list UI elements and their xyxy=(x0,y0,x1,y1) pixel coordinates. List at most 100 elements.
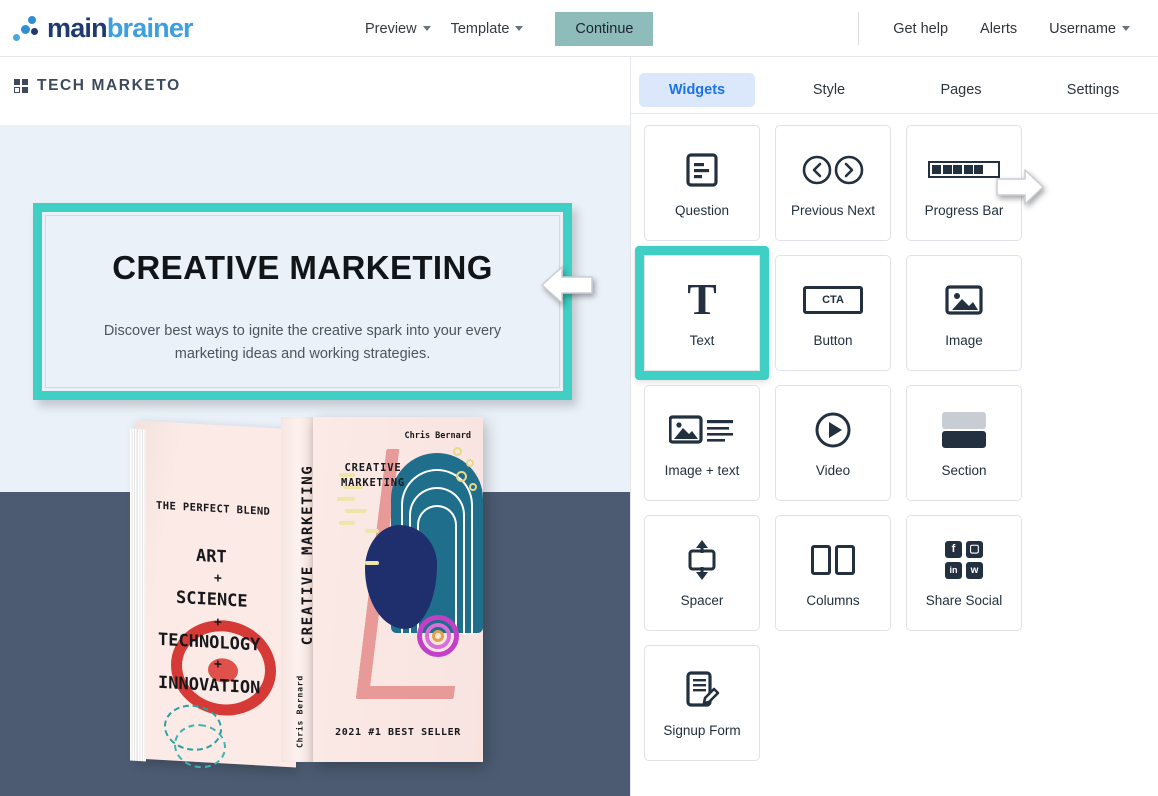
image-icon xyxy=(945,279,983,321)
site-header: TECH MARKETO xyxy=(0,57,630,125)
chevron-down-icon xyxy=(515,26,523,31)
book-back-cover: THE PERFECT BLEND ART + SCIENCE + TECHNO… xyxy=(136,421,296,768)
widget-spacer[interactable]: Spacer xyxy=(644,515,760,631)
yellow-dash xyxy=(345,509,367,513)
widget-label: Signup Form xyxy=(663,723,740,738)
book-pages-edge xyxy=(130,429,146,762)
tab-style[interactable]: Style xyxy=(771,73,887,107)
menu-preview[interactable]: Preview xyxy=(355,14,441,44)
book-bestseller-badge: 2021 #1 BEST SELLER xyxy=(313,727,483,738)
book-spine-author: Chris Bernard xyxy=(296,657,305,767)
widget-question[interactable]: Question xyxy=(644,125,760,241)
continue-button[interactable]: Continue xyxy=(555,12,653,46)
signup-form-icon xyxy=(684,669,720,711)
get-help-link[interactable]: Get help xyxy=(877,14,964,44)
top-navigation-bar: mainbrainer Preview Template Continue Ge… xyxy=(0,0,1158,57)
site-title: TECH MARKETO xyxy=(37,77,181,95)
book-front-author: Chris Bernard xyxy=(404,431,471,441)
widget-section[interactable]: Section xyxy=(906,385,1022,501)
menu-template[interactable]: Template xyxy=(441,14,534,44)
question-document-icon xyxy=(684,149,720,191)
hero-paragraph: Discover best ways to ignite the creativ… xyxy=(94,320,511,366)
widget-label: Share Social xyxy=(926,593,1003,608)
widget-previous-next[interactable]: Previous Next xyxy=(775,125,891,241)
video-play-icon xyxy=(814,409,852,451)
book-line-plus1: + xyxy=(214,571,222,586)
widget-text-inner: T Text xyxy=(644,255,760,371)
widget-label: Columns xyxy=(806,593,859,608)
chevron-down-icon xyxy=(423,26,431,31)
username-label: Username xyxy=(1049,21,1116,37)
widget-label: Image + text xyxy=(665,463,740,478)
canvas-body: CREATIVE MARKETING Discover best ways to… xyxy=(0,125,630,796)
widget-video[interactable]: Video xyxy=(775,385,891,501)
widget-label: Button xyxy=(813,333,852,348)
mainbrainer-logo[interactable]: mainbrainer xyxy=(12,12,193,44)
widget-label: Spacer xyxy=(681,593,724,608)
yellow-dot xyxy=(466,459,474,467)
arrow-right-pointer-icon xyxy=(995,167,1045,207)
selected-text-block[interactable]: CREATIVE MARKETING Discover best ways to… xyxy=(33,203,572,400)
widget-image-text[interactable]: Image + text xyxy=(644,385,760,501)
spacer-icon xyxy=(683,539,721,581)
logo-dots-icon xyxy=(12,12,44,44)
widget-label: Previous Next xyxy=(791,203,875,218)
book-line-science: SCIENCE xyxy=(176,588,248,612)
yellow-dot xyxy=(453,447,462,456)
tab-settings[interactable]: Settings xyxy=(1035,73,1151,107)
instagram-icon: ▢ xyxy=(966,541,983,558)
book-front-cover: Chris Bernard CREATIVE MARKETING 2021 #1… xyxy=(313,417,483,762)
widget-text[interactable]: T Text xyxy=(635,246,769,380)
prev-next-arrows-icon xyxy=(802,149,864,191)
book-spine: CREATIVE MARKETING Chris Bernard xyxy=(281,417,313,762)
divider xyxy=(858,12,859,45)
yellow-dash xyxy=(365,529,379,533)
image-text-icon xyxy=(669,409,735,451)
widget-columns[interactable]: Columns xyxy=(775,515,891,631)
book-tagline: THE PERFECT BLEND xyxy=(156,500,270,518)
widget-label: Section xyxy=(941,463,986,478)
menu-preview-label: Preview xyxy=(365,21,417,37)
site-brand: TECH MARKETO xyxy=(14,77,181,95)
cta-button-icon: CTA xyxy=(803,279,863,321)
menu-template-label: Template xyxy=(451,21,510,37)
book-line-plus2: + xyxy=(214,615,222,630)
widget-label: Progress Bar xyxy=(925,203,1004,218)
section-icon xyxy=(942,409,986,451)
widget-label: Question xyxy=(675,203,729,218)
widget-label: Text xyxy=(690,333,715,348)
book-line-plus3: + xyxy=(214,657,222,672)
tab-pages[interactable]: Pages xyxy=(903,73,1019,107)
spiral-graphic xyxy=(432,630,444,642)
chevron-down-icon xyxy=(1122,26,1130,31)
logo-text-main: main xyxy=(47,13,107,43)
text-t-icon: T xyxy=(687,279,716,321)
main-menu: Preview Template Continue xyxy=(355,0,653,57)
yellow-dash xyxy=(339,521,355,525)
widgets-panel: Widgets Style Pages Settings Question Pr… xyxy=(630,57,1158,796)
alerts-link[interactable]: Alerts xyxy=(964,14,1033,44)
progress-bar-icon xyxy=(928,149,1000,191)
columns-icon xyxy=(811,539,855,581)
username-menu[interactable]: Username xyxy=(1033,14,1146,44)
widget-signup-form[interactable]: Signup Form xyxy=(644,645,760,761)
book-front-title: CREATIVE MARKETING xyxy=(325,461,421,491)
text-block-inner: CREATIVE MARKETING Discover best ways to… xyxy=(45,215,560,388)
user-menu: Get help Alerts Username xyxy=(858,0,1146,57)
tab-widgets[interactable]: Widgets xyxy=(639,73,755,107)
book-line-art: ART xyxy=(196,546,227,568)
widgets-grid: Question Previous Next Progress Bar T xyxy=(644,125,1146,761)
share-social-icon: f ▢ in w xyxy=(945,539,983,581)
page-canvas[interactable]: TECH MARKETO TIPS, GUIDES, BOOKS AND MOR… xyxy=(0,57,630,796)
facebook-icon: f xyxy=(945,541,962,558)
panel-tabs: Widgets Style Pages Settings xyxy=(631,66,1158,114)
arrow-left-pointer-icon xyxy=(540,262,594,308)
logo-text-brainer: brainer xyxy=(107,13,193,43)
squares-logo-icon xyxy=(14,79,29,94)
widget-button[interactable]: CTA Button xyxy=(775,255,891,371)
widget-label: Video xyxy=(816,463,850,478)
twitter-icon: w xyxy=(966,562,983,579)
widget-image[interactable]: Image xyxy=(906,255,1022,371)
yellow-dash xyxy=(365,561,379,565)
widget-share-social[interactable]: f ▢ in w Share Social xyxy=(906,515,1022,631)
